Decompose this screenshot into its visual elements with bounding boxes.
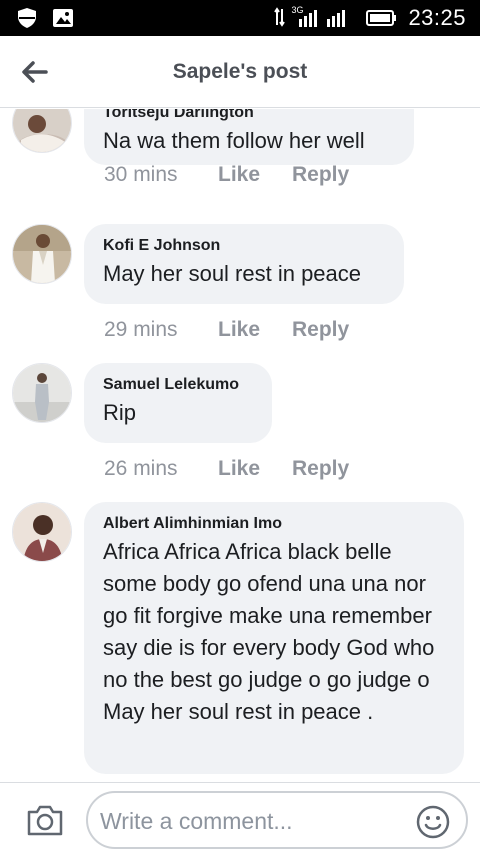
comment-bubble[interactable]: Albert Alimhinmian Imo Africa Africa Afr… xyxy=(84,502,464,774)
gallery-icon xyxy=(53,9,73,27)
comment-time[interactable]: 26 mins xyxy=(104,457,218,481)
comment-composer: Write a comment... xyxy=(0,782,480,854)
comment-actions: 30 mins Like Reply xyxy=(104,163,349,187)
reply-button[interactable]: Reply xyxy=(292,163,349,187)
like-button[interactable]: Like xyxy=(218,457,292,481)
comment-actions: 26 mins Like Reply xyxy=(104,457,349,481)
reply-button[interactable]: Reply xyxy=(292,318,349,342)
like-button[interactable]: Like xyxy=(218,163,292,187)
battery-icon xyxy=(366,10,397,26)
comment-bubble[interactable]: Toritseju Darlington Na wa them follow h… xyxy=(84,109,414,165)
comment-author[interactable]: Toritseju Darlington xyxy=(103,109,396,123)
avatar[interactable] xyxy=(12,109,72,153)
comment-text: May her soul rest in peace xyxy=(103,261,362,286)
comment-actions: 29 mins Like Reply xyxy=(104,318,349,342)
reply-button[interactable]: Reply xyxy=(292,457,349,481)
comment-text: Africa Africa Africa black belle some bo… xyxy=(103,539,435,724)
comment-bubble[interactable]: Samuel Lelekumo Rip xyxy=(84,363,272,443)
status-time: 23:25 xyxy=(408,5,466,30)
avatar[interactable] xyxy=(12,224,72,284)
comment-text: Na wa them follow her well xyxy=(103,128,365,153)
emoji-icon[interactable] xyxy=(416,805,450,839)
comment-bubble[interactable]: Kofi E Johnson May her soul rest in peac… xyxy=(84,224,404,304)
comment-text: Rip xyxy=(103,400,137,425)
avatar[interactable] xyxy=(12,502,72,562)
shield-icon xyxy=(18,8,36,28)
network-signal-icon xyxy=(274,7,346,27)
comment-placeholder: Write a comment... xyxy=(100,808,293,834)
like-button[interactable]: Like xyxy=(218,318,292,342)
post-header: Sapele's post xyxy=(0,36,480,108)
comment-author[interactable]: Albert Alimhinmian Imo xyxy=(103,514,446,534)
comment-author[interactable]: Kofi E Johnson xyxy=(103,236,386,256)
avatar[interactable] xyxy=(12,363,72,423)
comment-input[interactable]: Write a comment... xyxy=(86,791,468,849)
camera-icon[interactable] xyxy=(26,803,64,837)
comment-time[interactable]: 30 mins xyxy=(104,163,218,187)
network-type: 3G xyxy=(291,5,304,15)
page-title: Sapele's post xyxy=(172,60,308,83)
comment-list[interactable]: Toritseju Darlington Na wa them follow h… xyxy=(0,109,480,781)
status-bar: 3G 23:25 xyxy=(0,0,480,36)
comment-author[interactable]: Samuel Lelekumo xyxy=(103,375,254,395)
comment-time[interactable]: 29 mins xyxy=(104,318,218,342)
